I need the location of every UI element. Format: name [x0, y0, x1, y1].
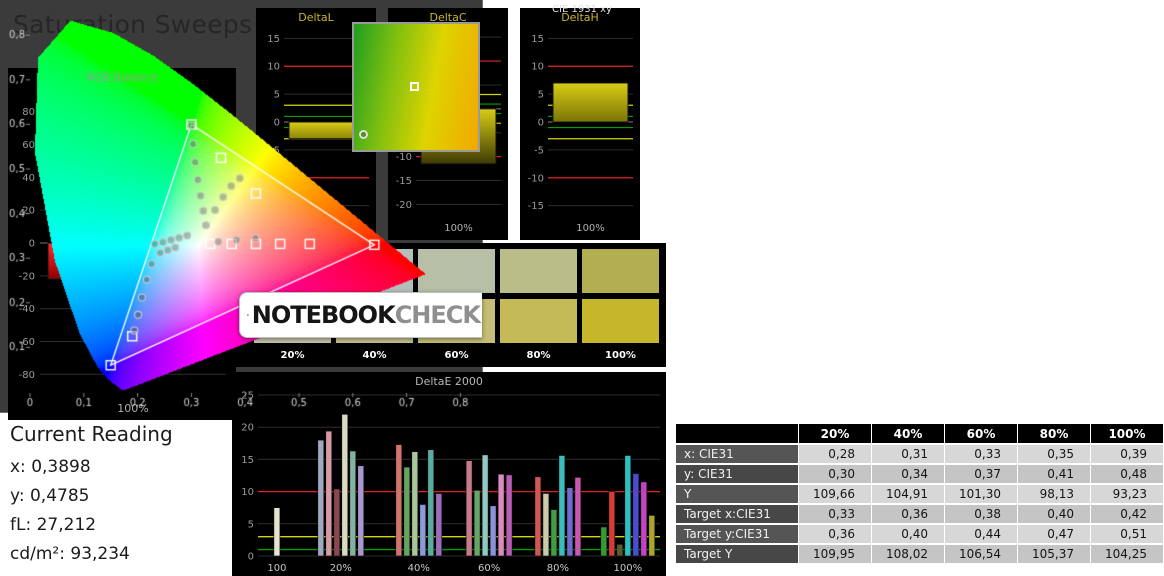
- results-header-100%: 100%: [1091, 424, 1163, 443]
- results-header-60%: 60%: [945, 424, 1017, 443]
- results-cell-4-4: 0,51: [1091, 525, 1163, 543]
- cie-zoom-inset: [352, 22, 480, 152]
- notebookcheck-logo: NOTEBOOK CHECK: [239, 292, 482, 338]
- swatch-col-label-80%: 80%: [526, 350, 551, 361]
- results-row-label-5: Target Y: [676, 545, 798, 563]
- svg-text:10: 10: [531, 62, 544, 73]
- results-cell-2-2: 101,30: [945, 485, 1017, 503]
- svg-text:0: 0: [538, 118, 544, 129]
- results-cell-2-1: 104,91: [872, 485, 944, 503]
- results-cell-2-0: 109,66: [799, 485, 871, 503]
- rgb-balance-title: RGB Balance: [86, 71, 158, 84]
- results-cell-4-2: 0,44: [945, 525, 1017, 543]
- reading-cdm2: cd/m²: 93,234: [10, 544, 130, 564]
- deltae2000-title: DeltaE 2000: [415, 375, 483, 388]
- svg-text:10: 10: [241, 487, 254, 498]
- current-reading: Current Reading x: 0,3898 y: 0,4785 fL: …: [10, 422, 173, 569]
- results-header-80%: 80%: [1018, 424, 1090, 443]
- results-row-label-1: y: CIE31: [676, 465, 798, 483]
- svg-text:-10: -10: [528, 173, 544, 184]
- results-cell-2-3: 98,13: [1018, 485, 1090, 503]
- results-cell-5-3: 105,37: [1018, 545, 1090, 563]
- results-cell-3-2: 0,38: [945, 505, 1017, 523]
- results-cell-5-2: 106,54: [945, 545, 1017, 563]
- results-header-blank: [676, 424, 798, 443]
- svg-text:100%: 100%: [576, 223, 605, 234]
- svg-text:-5: -5: [534, 145, 544, 156]
- swatch-actual-80%: [500, 249, 577, 293]
- results-cell-1-3: 0,41: [1018, 465, 1090, 483]
- results-cell-4-0: 0,36: [799, 525, 871, 543]
- results-row-label-0: x: CIE31: [676, 445, 798, 463]
- svg-text:100%: 100%: [614, 563, 643, 574]
- results-table: 20% 40% 60% 80% 100% x: CIE31 0,28 0,31 0,33 0,35…: [676, 424, 1163, 563]
- results-cell-4-1: 0,40: [872, 525, 944, 543]
- results-cell-3-4: 0,42: [1091, 505, 1163, 523]
- svg-text:60%: 60%: [478, 563, 500, 574]
- cie-diagram-panel[interactable]: CIE 1931 xy NOTEBOOK CHECK: [0, 0, 612, 413]
- results-cell-5-0: 109,95: [799, 545, 871, 563]
- results-row-label-4: Target y:CIE31: [676, 525, 798, 543]
- delta-h-panel[interactable]: DeltaH 15 10 5 0 -5 -10 -15 100%: [520, 8, 640, 240]
- notebookcheck-check-icon: [246, 314, 249, 316]
- results-cell-3-1: 0,36: [872, 505, 944, 523]
- inset-measured-circle-marker: [358, 129, 368, 139]
- results-cell-3-0: 0,33: [799, 505, 871, 523]
- inset-target-square-marker: [409, 81, 419, 91]
- svg-text:-15: -15: [528, 201, 544, 212]
- swatch-target-100%: [582, 299, 659, 343]
- svg-text:15: 15: [531, 34, 544, 45]
- notebookcheck-wordmark-gray: CHECK: [394, 301, 481, 329]
- reading-fl: fL: 27,212: [10, 515, 97, 535]
- cie-diagram-title: CIE 1931 xy: [552, 4, 612, 15]
- swatch-col-label-100%: 100%: [605, 350, 636, 361]
- delta-bar-deltah: [552, 82, 629, 123]
- results-row-label-3: Target x:CIE31: [676, 505, 798, 523]
- svg-text:20%: 20%: [330, 563, 352, 574]
- results-cell-0-1: 0,31: [872, 445, 944, 463]
- svg-text:100: 100: [267, 563, 286, 574]
- results-cell-1-1: 0,34: [872, 465, 944, 483]
- reading-y: y: 0,4785: [10, 486, 90, 506]
- swatch-target-80%: [500, 299, 577, 343]
- notebookcheck-wordmark-black: NOTEBOOK: [251, 301, 396, 329]
- reading-x: x: 0,3898: [10, 457, 91, 477]
- results-cell-1-0: 0,30: [799, 465, 871, 483]
- svg-text:80%: 80%: [547, 563, 569, 574]
- svg-text:15: 15: [241, 455, 254, 466]
- results-cell-1-4: 0,48: [1091, 465, 1163, 483]
- results-cell-2-4: 93,23: [1091, 485, 1163, 503]
- svg-text:5: 5: [538, 90, 544, 101]
- results-cell-0-3: 0,35: [1018, 445, 1090, 463]
- svg-text:0: 0: [248, 552, 254, 563]
- delta-h-chart: 15 10 5 0 -5 -10 -15 100%: [528, 34, 633, 234]
- results-header-20%: 20%: [799, 424, 871, 443]
- results-cell-1-2: 0,37: [945, 465, 1017, 483]
- svg-text:20: 20: [241, 423, 254, 434]
- results-header-40%: 40%: [872, 424, 944, 443]
- results-cell-5-4: 104,25: [1091, 545, 1163, 563]
- deltae2000-chart: 051015202510020%40%60%80%100%: [241, 391, 660, 574]
- svg-text:40%: 40%: [408, 563, 430, 574]
- current-reading-title: Current Reading: [10, 422, 173, 446]
- svg-text:5: 5: [248, 519, 254, 530]
- results-cell-0-4: 0,39: [1091, 445, 1163, 463]
- results-cell-4-3: 0,47: [1018, 525, 1090, 543]
- results-cell-0-2: 0,33: [945, 445, 1017, 463]
- results-cell-0-0: 0,28: [799, 445, 871, 463]
- results-cell-5-1: 108,02: [872, 545, 944, 563]
- results-row-label-2: Y: [676, 485, 798, 503]
- swatch-actual-100%: [582, 249, 659, 293]
- results-cell-3-3: 0,40: [1018, 505, 1090, 523]
